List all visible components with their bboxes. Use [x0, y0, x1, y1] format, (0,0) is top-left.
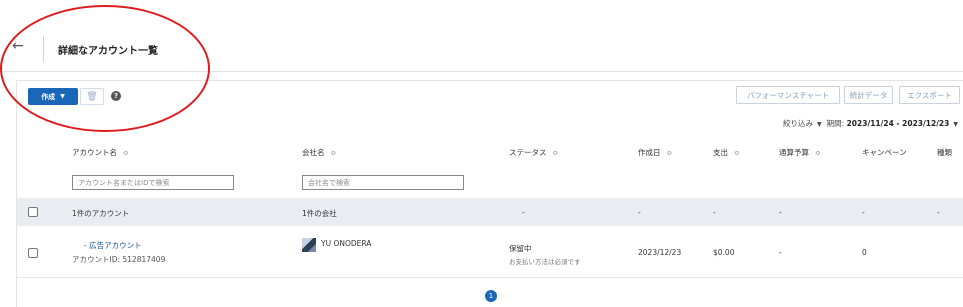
period-label: 期間:	[826, 119, 845, 128]
column-label: 会社名	[302, 148, 325, 157]
sort-icon: ≎	[815, 149, 821, 157]
summary-companies: 1件の会社	[302, 209, 337, 218]
company-name: YU ONODERA	[321, 239, 372, 248]
create-button-label: 作成	[41, 92, 56, 101]
column-label: ステータス	[509, 148, 547, 157]
header-divider	[43, 36, 44, 62]
summary-spend: -	[713, 208, 716, 217]
caret-down-icon: ▼	[953, 121, 958, 128]
column-header-status[interactable]: ステータス ≎	[509, 147, 558, 158]
column-header-type[interactable]: 種類	[937, 147, 952, 158]
back-arrow-icon[interactable]: ←	[12, 38, 24, 54]
export-button[interactable]: エクスポート	[899, 86, 960, 104]
narrow-label: 絞り込み	[783, 119, 814, 128]
period-dropdown[interactable]: 期間: 2023/11/24 - 2023/12/23 ▼	[827, 119, 963, 128]
column-header-company[interactable]: 会社名 ≎	[302, 147, 336, 158]
sort-icon: ≎	[330, 149, 337, 157]
sort-icon: ≎	[734, 149, 740, 157]
column-label: 作成日	[638, 148, 661, 157]
summary-budget: -	[779, 208, 782, 217]
table-row: - 広告アカウント アカウントID: 512817409 YU ONODERA …	[17, 226, 963, 278]
stats-button[interactable]: 統計データ	[844, 86, 893, 104]
performance-chart-button[interactable]: パフォーマンスチャート	[736, 86, 840, 104]
account-name-link[interactable]: - 広告アカウント	[72, 240, 165, 251]
spend-value: $0.00	[713, 248, 735, 257]
avatar-icon	[302, 238, 316, 252]
account-cell: - 広告アカウント アカウントID: 512817409	[72, 240, 165, 265]
column-label: アカウント名	[72, 148, 117, 157]
account-search-input[interactable]	[72, 175, 234, 190]
summary-accounts: 1件のアカウント	[72, 209, 130, 218]
summary-campaigns: -	[862, 208, 865, 217]
created-date: 2023/12/23	[638, 248, 682, 257]
campaigns-value: 0	[862, 248, 867, 257]
help-icon[interactable]: ?	[111, 91, 121, 101]
status-cell: 保留中 お支払い方法は必須です	[509, 243, 581, 266]
column-header-created[interactable]: 作成日 ≎	[638, 147, 672, 158]
budget-value: -	[779, 248, 782, 257]
column-header-budget[interactable]: 通算予算 ≎	[779, 147, 821, 158]
sort-icon: ≎	[552, 149, 559, 157]
column-label: 支出	[713, 148, 728, 157]
create-button[interactable]: 作成 ▼	[28, 88, 78, 105]
row-checkbox[interactable]	[28, 248, 38, 258]
delete-button[interactable]: 🗑	[80, 88, 104, 105]
pagination-page-button[interactable]: 1	[485, 290, 497, 302]
summary-created: -	[638, 208, 641, 217]
sort-icon: ≎	[123, 149, 129, 157]
caret-down-icon: ▼	[817, 121, 822, 128]
column-header-account-name[interactable]: アカウント名 ≎	[72, 147, 129, 158]
column-label: 通算予算	[779, 148, 809, 157]
trash-icon: 🗑	[86, 91, 98, 102]
page-title: 詳細なアカウント一覧	[58, 46, 158, 57]
summary-type: -	[937, 208, 940, 217]
summary-row: 1件のアカウント 1件の会社 - - - - - -	[17, 198, 963, 226]
page-header: ← 詳細なアカウント一覧	[0, 0, 963, 72]
period-range: 2023/11/24 - 2023/12/23	[846, 119, 950, 128]
status-badge: 保留中	[509, 244, 532, 253]
company-search-input[interactable]	[302, 175, 464, 190]
narrow-filter-dropdown[interactable]: 絞り込み ▼	[783, 119, 827, 128]
column-header-spend[interactable]: 支出 ≎	[713, 147, 740, 158]
column-header-campaigns[interactable]: キャンペーン	[862, 147, 907, 158]
summary-status: -	[522, 208, 525, 217]
select-all-checkbox[interactable]	[28, 207, 38, 217]
accounts-panel: 作成 ▼ 🗑 ? パフォーマンスチャート 統計データ エクスポート 絞り込み ▼ 期…	[16, 80, 963, 307]
sort-icon: ≎	[666, 149, 673, 157]
filter-bar: 絞り込み ▼ 期間: 2023/11/24 - 2023/12/23 ▼	[783, 118, 963, 129]
caret-down-icon: ▼	[60, 93, 65, 100]
account-id: アカウントID: 512817409	[72, 255, 166, 264]
status-subtext: お支払い方法は必須です	[509, 258, 581, 266]
